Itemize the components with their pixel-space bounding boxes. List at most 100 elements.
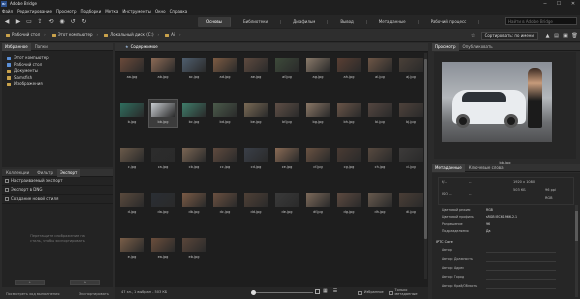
export-item-2[interactable]: Создание новой стиля (2, 195, 113, 204)
thumbnail-cell[interactable]: ch.jpg (366, 145, 394, 172)
view-progress-link[interactable]: Посмотреть ход выполнения (6, 293, 59, 297)
export-tab-0[interactable]: Коллекции (2, 170, 33, 175)
menu-item-1[interactable]: Редактирование (17, 9, 52, 14)
thumbnail-cell[interactable]: ag.jpg (304, 55, 332, 82)
thumbnail-cell[interactable]: cd.jpg (242, 145, 270, 172)
thumbnail-cell[interactable]: aj.jpg (397, 55, 425, 82)
metadata-tab-1[interactable]: Ключевые слова (465, 165, 508, 170)
thumbnail-cell[interactable]: dg.jpg (335, 190, 363, 217)
metadata-scroll-thumb[interactable] (575, 211, 578, 241)
content-scroll-thumb[interactable] (424, 59, 427, 239)
iptc-field[interactable] (486, 285, 556, 289)
back-icon[interactable]: ◀ (3, 18, 11, 26)
thumbnail-cell[interactable]: da.jpg (149, 190, 177, 217)
thumbnail-cell[interactable]: d.jpg (118, 190, 146, 217)
thumbnail-cell[interactable]: af.jpg (273, 55, 301, 82)
thumbnail-cell[interactable]: ci.jpg (397, 145, 425, 172)
workspace-tab-5[interactable]: Рабочий процесс (419, 19, 480, 24)
thumbnail-cell[interactable]: cc.jpg (211, 145, 239, 172)
menu-item-5[interactable]: Инструменты (122, 9, 151, 14)
workspace-tab-1[interactable]: Библиотеки (231, 19, 282, 24)
menu-item-4[interactable]: Метка (105, 9, 118, 14)
thumbnail-cell[interactable]: bg.jpg (304, 100, 332, 127)
thumbnail-cell[interactable]: ae.jpg (242, 55, 270, 82)
thumbnail-cell[interactable]: df.jpg (304, 190, 332, 217)
iptc-field[interactable] (486, 258, 556, 262)
thumbnail-cell[interactable]: di.jpg (397, 190, 425, 217)
thumbnail-cell[interactable]: ah.jpg (335, 55, 363, 82)
reveal-icon[interactable]: ⇪ (36, 18, 44, 26)
thumbnail-cell[interactable]: ca.jpg (149, 145, 177, 172)
thumbnail-cell[interactable]: cg.jpg (335, 145, 363, 172)
thumbnail-cell[interactable]: eb.jpg (180, 235, 208, 262)
thumbnail-cell[interactable]: bb.jpg (148, 99, 178, 128)
thumbnail-cell[interactable]: e.jpg (118, 235, 146, 262)
menu-item-0[interactable]: Файл (2, 9, 13, 14)
menu-item-3[interactable]: Подборки (81, 9, 102, 14)
thumbnail-cell[interactable]: db.jpg (180, 190, 208, 217)
iptc-header[interactable]: IPTC Core (436, 240, 453, 245)
breadcrumb-item-1[interactable]: Этот компьютер › (51, 33, 98, 37)
search-input[interactable] (508, 18, 564, 24)
add-preset-button[interactable]: + (14, 279, 45, 285)
star-filter-icon[interactable]: ☆ (470, 33, 477, 40)
sort-select[interactable]: Сортировать: по имени (480, 32, 538, 40)
maximize-button[interactable]: ☐ (552, 0, 566, 8)
details-view-icon[interactable]: ▦ (323, 289, 328, 294)
menu-item-6[interactable]: Окно (155, 9, 166, 14)
open-recent-icon[interactable]: ▤ (553, 33, 560, 40)
favorite-item-4[interactable]: Изображения (2, 81, 113, 88)
thumbnail-cell[interactable]: c.jpg (118, 145, 146, 172)
breadcrumb-item-2[interactable]: Локальный диск (C:) › (104, 33, 159, 37)
export-tab-1[interactable]: Фильтр (33, 170, 57, 175)
thumbnail-cell[interactable]: ea.jpg (149, 235, 177, 262)
export-tab-2[interactable]: Экспорт (57, 168, 81, 177)
minimize-button[interactable]: ─ (538, 0, 552, 8)
list-view-icon[interactable]: ☰ (333, 289, 337, 294)
metadata-only-checkbox[interactable] (388, 290, 393, 295)
forward-icon[interactable]: ▶ (14, 18, 22, 26)
grid-view-icon[interactable] (315, 289, 320, 294)
workspace-tab-0[interactable]: Основы (198, 16, 231, 27)
workspace-tab-2[interactable]: Диафильм (281, 19, 329, 24)
metadata-tab-0[interactable]: Метаданные (432, 163, 465, 172)
new-folder-icon[interactable]: ▣ (562, 33, 569, 40)
export-preset-button[interactable]: ▸ (70, 279, 101, 285)
thumbnail-cell[interactable]: cf.jpg (304, 145, 332, 172)
camera-import-icon[interactable]: ◉ (58, 18, 66, 26)
thumbnail-size-slider[interactable] (251, 290, 313, 295)
export-item-1[interactable]: Экспорт в DNG (2, 186, 113, 195)
close-button[interactable]: ✕ (566, 0, 580, 8)
thumbnail-cell[interactable]: bj.jpg (397, 100, 425, 127)
preview-tab-0[interactable]: Просмотр (432, 42, 459, 51)
thumbnail-cell[interactable]: dh.jpg (366, 190, 394, 217)
left-tab-0[interactable]: Избранное (2, 42, 31, 51)
metadata-scrollbar[interactable] (575, 205, 578, 297)
breadcrumb-item-0[interactable]: Рабочий стол › (6, 33, 46, 37)
breadcrumb-item-3[interactable]: Ai › (165, 33, 181, 37)
rotate-left-icon[interactable]: ↺ (69, 18, 77, 26)
iptc-field[interactable] (486, 249, 556, 253)
thumbnail-cell[interactable]: bd.jpg (211, 100, 239, 127)
export-item-0[interactable]: Настраиваемый экспорт (2, 177, 113, 186)
thumbnail-cell[interactable]: bi.jpg (366, 100, 394, 127)
thumbnail-cell[interactable]: ai.jpg (366, 55, 394, 82)
thumbnail-cell[interactable]: dd.jpg (242, 190, 270, 217)
iptc-field[interactable] (486, 276, 556, 280)
preview-tab-1[interactable]: Опубликовать (459, 44, 497, 49)
thumbnail-cell[interactable]: ce.jpg (273, 145, 301, 172)
thumbnail-cell[interactable]: be.jpg (242, 100, 270, 127)
thumbnail-cell[interactable]: de.jpg (273, 190, 301, 217)
thumbnail-cell[interactable]: bf.jpg (273, 100, 301, 127)
workspace-tab-4[interactable]: Метаданные (367, 19, 419, 24)
boomerang-icon[interactable]: ⟲ (47, 18, 55, 26)
menu-item-2[interactable]: Просмотр (56, 9, 77, 14)
workspace-tab-3[interactable]: Вывод (328, 19, 367, 24)
thumbnail-cell[interactable]: ac.jpg (180, 55, 208, 82)
slider-knob[interactable] (251, 290, 256, 295)
recent-folder-icon[interactable]: ▭ (25, 18, 33, 26)
thumbnail-cell[interactable]: bh.jpg (335, 100, 363, 127)
thumbnail-cell[interactable]: b.jpg (118, 100, 146, 127)
content-tab[interactable]: ★ Содержимое (115, 43, 428, 52)
thumbnail-cell[interactable]: dc.jpg (211, 190, 239, 217)
